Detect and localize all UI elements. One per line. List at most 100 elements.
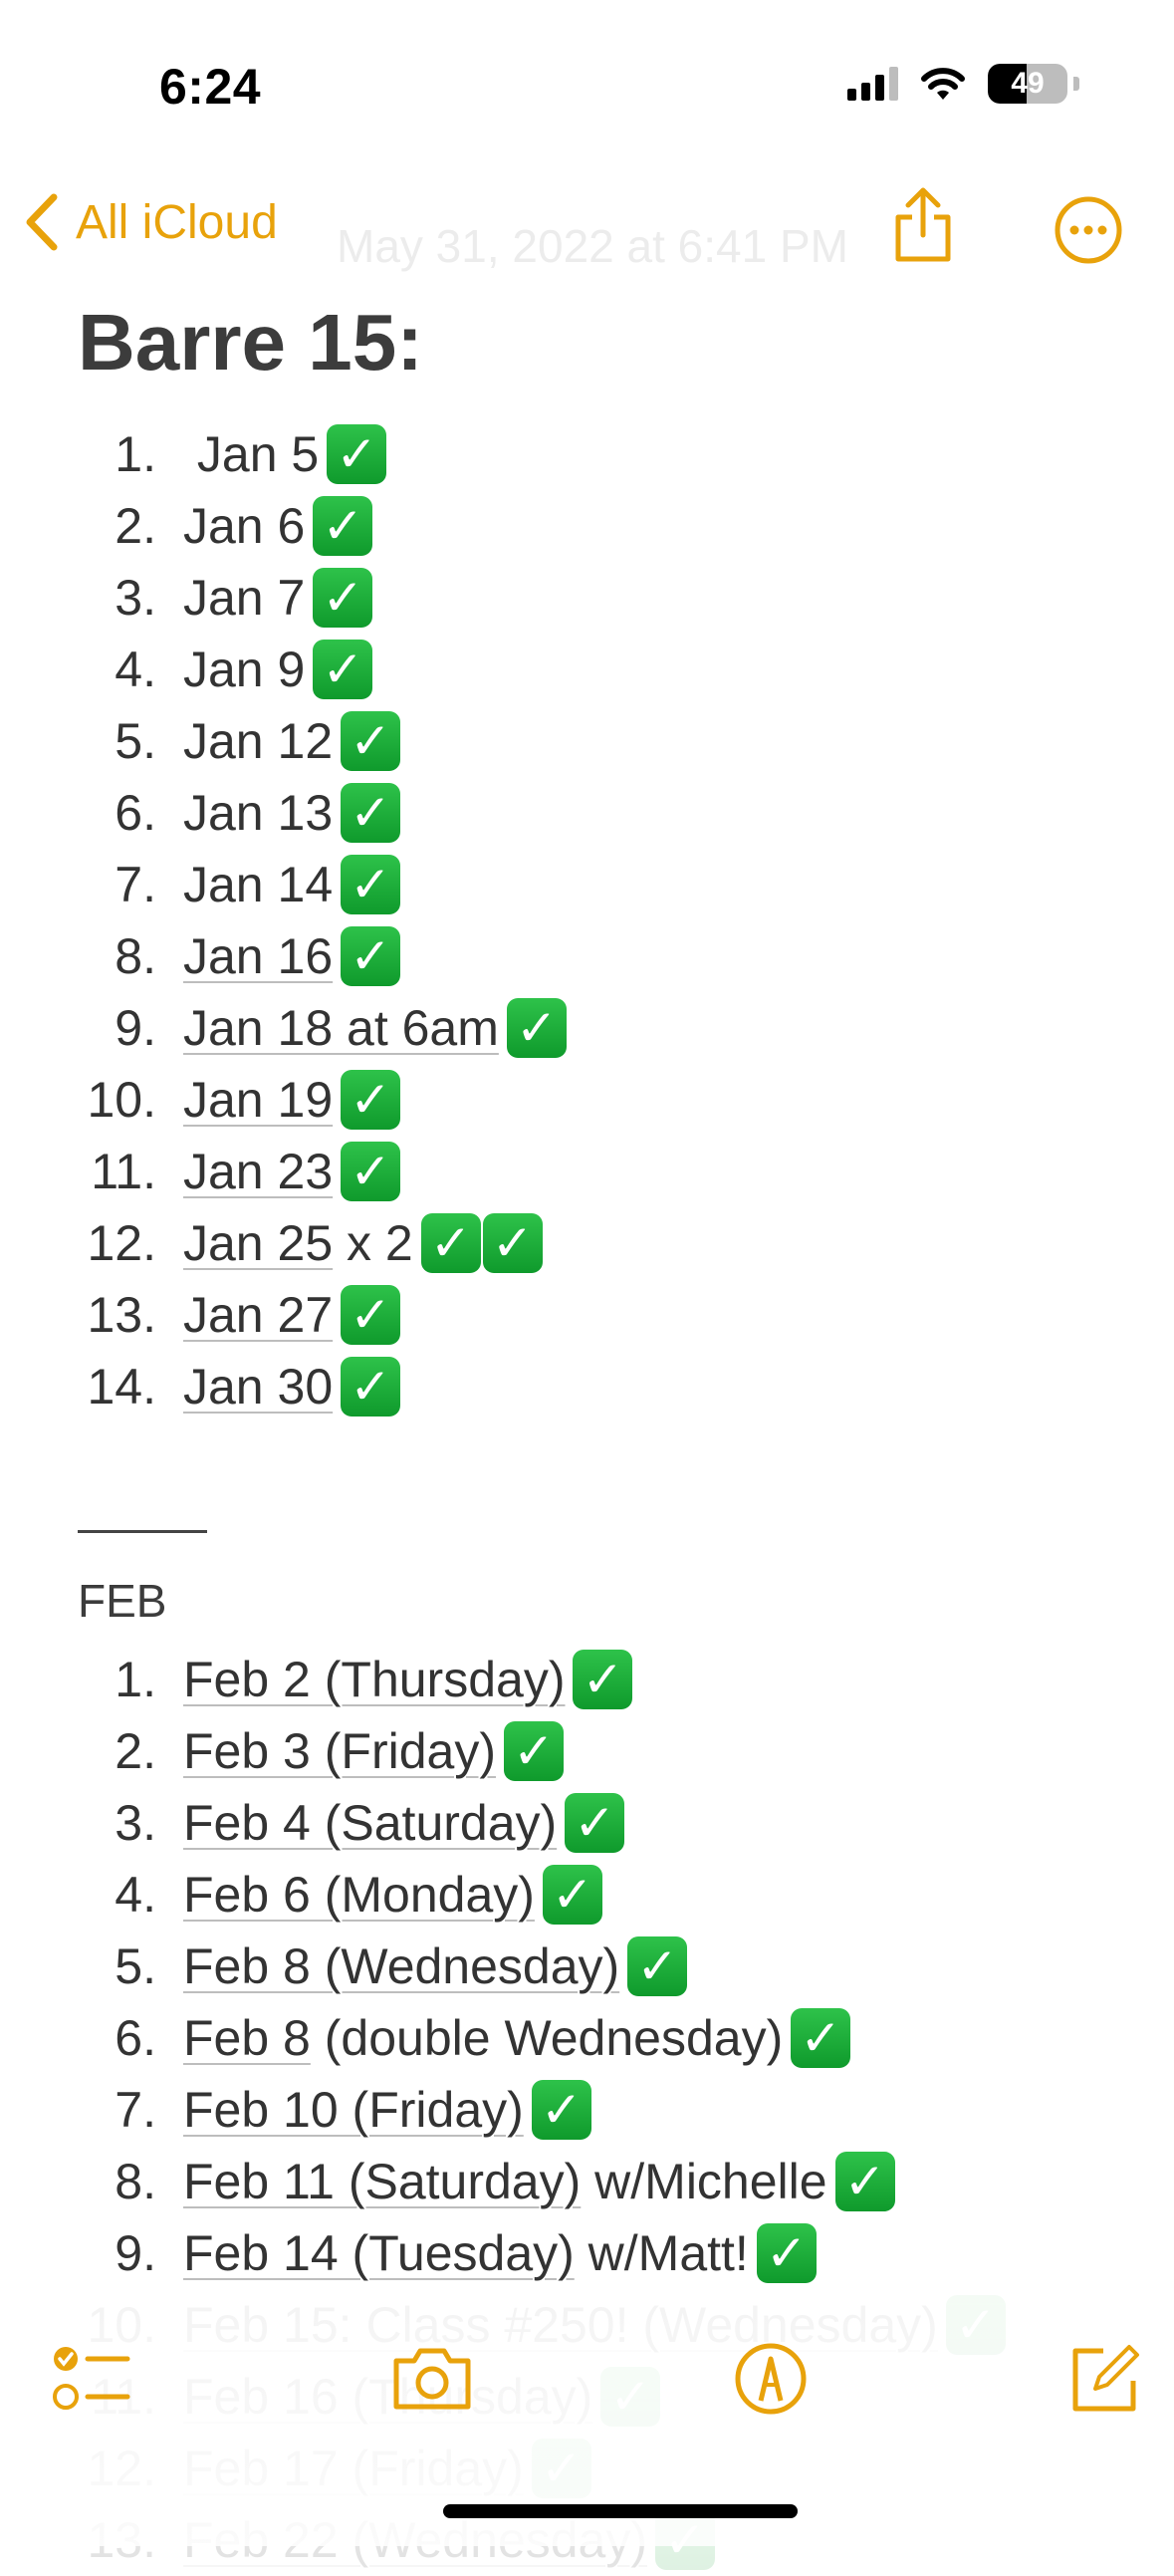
back-button[interactable]: All iCloud [22, 191, 278, 253]
item-suffix: w/Matt! [574, 2225, 749, 2281]
list-item[interactable]: 6. Jan 13 ✓ [0, 777, 1174, 849]
list-item[interactable]: 13. Jan 27 ✓ [0, 1279, 1174, 1351]
list-number: 9. [115, 2225, 156, 2281]
list-text: Jan 14 ✓ [183, 849, 401, 920]
list-number: 1. [115, 426, 156, 482]
check-mark-icon: ✓ [341, 1141, 401, 1201]
list-item[interactable]: 8. Feb 11 (Saturday) w/Michelle ✓ [0, 2146, 1174, 2217]
more-button[interactable] [1054, 195, 1123, 270]
list-item[interactable]: 9. Feb 14 (Tuesday) w/Matt! ✓ [0, 2217, 1174, 2289]
date-link[interactable]: Jan 30 [183, 1359, 333, 1415]
list-item[interactable]: 10. Jan 19 ✓ [0, 1064, 1174, 1136]
date-link[interactable]: Jan 18 at 6am [183, 1000, 499, 1056]
list-item[interactable]: 11. Jan 23 ✓ [0, 1136, 1174, 1207]
list-text: Feb 4 (Saturday) ✓ [183, 1787, 625, 1859]
list-item[interactable]: 5. Jan 12 ✓ [0, 705, 1174, 777]
list-item[interactable]: 1. Jan 5 ✓ [0, 418, 1174, 490]
wifi-icon [921, 68, 965, 100]
date-link[interactable]: Feb 6 (Monday) [183, 1867, 535, 1923]
check-mark-icon: ✓ [341, 1356, 401, 1417]
date-link[interactable]: Feb 2 (Thursday) [183, 1652, 565, 1707]
check-mark-icon: ✓ [531, 2079, 591, 2140]
list-number: 4. [115, 1867, 156, 1923]
date-text: Jan 13 [183, 785, 334, 841]
list-item[interactable]: 12. Jan 25 x 2 ✓ ✓ [0, 1207, 1174, 1279]
date-text: Jan 12 [183, 713, 334, 769]
date-text: Jan 14 [183, 857, 334, 912]
list-item[interactable]: 4. Feb 6 (Monday) ✓ [0, 1859, 1174, 1931]
date-link[interactable]: Jan 25 [183, 1215, 333, 1271]
list-text: Feb 8 (double Wednesday) ✓ [183, 2002, 851, 2074]
list-item[interactable]: 9. Jan 18 at 6am ✓ [0, 992, 1174, 1064]
list-text: Jan 6 ✓ [183, 490, 373, 562]
list-item[interactable]: 7. Jan 14 ✓ [0, 849, 1174, 920]
check-mark-icon: ✓ [341, 854, 401, 914]
check-mark-icon: ✓ [341, 782, 401, 843]
check-mark-icon: ✓ [573, 1649, 633, 1709]
list-item[interactable]: 4. Jan 9 ✓ [0, 634, 1174, 705]
list-text: Jan 9 ✓ [183, 634, 373, 705]
list-text: Feb 2 (Thursday) ✓ [183, 1644, 633, 1715]
list-text: Jan 27 ✓ [183, 1279, 401, 1351]
date-text: Jan 6 [183, 498, 306, 554]
list-text: Feb 8 (Wednesday) ✓ [183, 1931, 688, 2002]
date-link[interactable]: Feb 8 [183, 2010, 311, 2066]
jan-list[interactable]: 1. Jan 5 ✓ 2. Jan 6 ✓ 3. Jan 7 ✓ 4. Jan 9 ✓ 5. Jan 1… [0, 418, 1174, 1422]
date-link[interactable]: Feb 4 (Saturday) [183, 1795, 557, 1851]
list-number: 1. [115, 1652, 156, 1707]
check-mark-icon: ✓ [565, 1792, 625, 1853]
list-number: 9. [115, 1000, 156, 1056]
list-item[interactable]: 3. Feb 4 (Saturday) ✓ [0, 1787, 1174, 1859]
list-number: 3. [115, 570, 156, 626]
list-item[interactable]: 2. Feb 3 (Friday) ✓ [0, 1715, 1174, 1787]
list-text: Feb 11 (Saturday) w/Michelle ✓ [183, 2146, 895, 2217]
home-indicator [443, 2504, 798, 2518]
list-item[interactable]: 8. Jan 16 ✓ [0, 920, 1174, 992]
list-item[interactable]: 5. Feb 8 (Wednesday) ✓ [0, 1931, 1174, 2002]
list-number: 6. [115, 785, 156, 841]
date-link[interactable]: Jan 16 [183, 928, 333, 984]
note-date: May 31, 2022 at 6:41 PM [337, 220, 848, 272]
list-number: 14. [87, 1359, 156, 1415]
check-mark-icon: ✓ [506, 997, 567, 1058]
check-mark-icon: ✓ [327, 423, 387, 484]
list-number: 8. [115, 2154, 156, 2209]
check-mark-icon: ✓ [313, 567, 373, 628]
list-item[interactable]: 3. Jan 7 ✓ [0, 562, 1174, 634]
list-item[interactable]: 7. Feb 10 (Friday) ✓ [0, 2074, 1174, 2146]
check-mark-icon: ✓ [482, 1212, 543, 1273]
list-text: Jan 19 ✓ [183, 1064, 401, 1136]
date-link[interactable]: Feb 8 (Wednesday) [183, 1938, 619, 1994]
share-button[interactable] [888, 185, 958, 270]
list-text: Jan 23 ✓ [183, 1136, 401, 1207]
checklist-button[interactable] [52, 2339, 131, 2424]
list-number: 13. [87, 1287, 156, 1343]
list-item[interactable]: 6. Feb 8 (double Wednesday) ✓ [0, 2002, 1174, 2074]
section-label: FEB [78, 1575, 167, 1627]
markup-pen-icon [735, 2343, 807, 2415]
date-link[interactable]: Feb 10 (Friday) [183, 2082, 524, 2138]
list-number: 10. [87, 1072, 156, 1128]
list-item[interactable]: 2. Jan 6 ✓ [0, 490, 1174, 562]
markup-button[interactable] [731, 2339, 811, 2424]
camera-button[interactable] [390, 2339, 474, 2424]
checklist-icon [53, 2347, 130, 2410]
list-number: 5. [115, 1938, 156, 1994]
status-icons: 49 [847, 64, 1079, 104]
date-link[interactable]: Jan 27 [183, 1287, 333, 1343]
list-text: Jan 30 ✓ [183, 1351, 401, 1422]
date-link[interactable]: Jan 23 [183, 1144, 333, 1199]
check-mark-icon: ✓ [341, 925, 401, 986]
list-item[interactable]: 1. Feb 2 (Thursday) ✓ [0, 1644, 1174, 1715]
list-text: Feb 10 (Friday) ✓ [183, 2074, 591, 2146]
list-number: 3. [115, 1795, 156, 1851]
date-link[interactable]: Feb 3 (Friday) [183, 1723, 496, 1779]
compose-button[interactable] [1063, 2339, 1143, 2424]
list-text: Feb 6 (Monday) ✓ [183, 1859, 602, 1931]
date-link[interactable]: Feb 11 (Saturday) [183, 2154, 581, 2209]
list-number: 2. [115, 1723, 156, 1779]
list-item[interactable]: 14. Jan 30 ✓ [0, 1351, 1174, 1422]
date-link[interactable]: Feb 14 (Tuesday) [183, 2225, 575, 2281]
date-link[interactable]: Jan 19 [183, 1072, 333, 1128]
list-number: 2. [115, 498, 156, 554]
